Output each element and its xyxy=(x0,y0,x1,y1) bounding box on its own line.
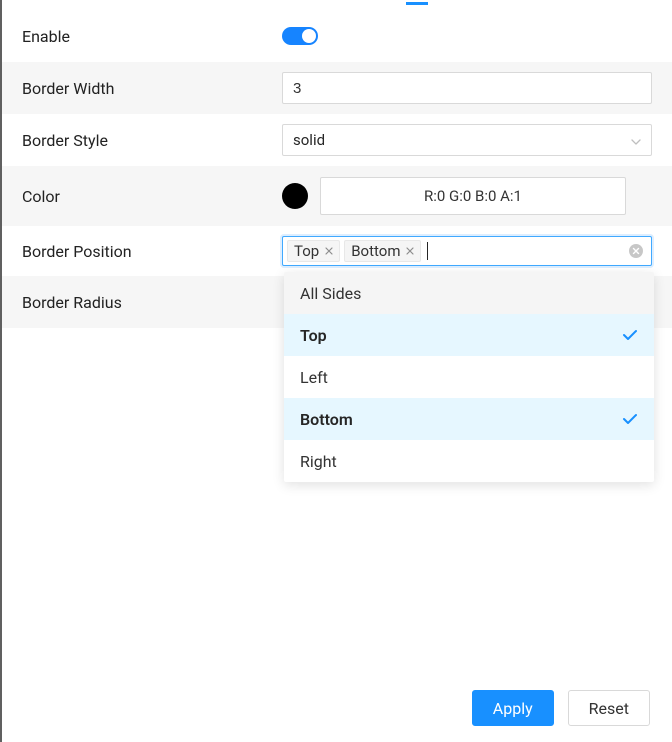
apply-button[interactable]: Apply xyxy=(472,690,554,726)
button-label: Reset xyxy=(589,699,629,718)
border-position-dropdown: All Sides Top Left Bottom Right xyxy=(284,272,654,482)
option-right[interactable]: Right xyxy=(284,440,654,482)
row-border-width: Border Width xyxy=(2,62,672,114)
row-border-style: Border Style solid xyxy=(2,114,672,166)
border-style-value: solid xyxy=(293,131,325,149)
border-style-select[interactable]: solid xyxy=(282,124,652,156)
check-icon xyxy=(622,326,638,345)
active-tab-indicator xyxy=(2,0,672,10)
option-bottom[interactable]: Bottom xyxy=(284,398,654,440)
tag-label: Bottom xyxy=(351,242,400,260)
toggle-knob xyxy=(302,29,316,43)
option-top[interactable]: Top xyxy=(284,314,654,356)
text-cursor xyxy=(427,242,428,260)
border-position-multiselect[interactable]: Top Bottom xyxy=(282,236,652,266)
label-color: Color xyxy=(22,187,282,206)
tag-label: Top xyxy=(294,242,319,260)
chevron-down-icon xyxy=(631,131,641,149)
label-border-radius: Border Radius xyxy=(22,293,282,312)
tag-top: Top xyxy=(287,240,340,262)
option-label: Right xyxy=(300,452,337,471)
tag-bottom: Bottom xyxy=(344,240,421,262)
option-label: Top xyxy=(300,326,327,345)
option-label: Left xyxy=(300,368,328,387)
label-border-style: Border Style xyxy=(22,131,282,150)
option-label: All Sides xyxy=(300,284,361,303)
tag-remove-icon[interactable] xyxy=(406,246,414,257)
row-enable: Enable xyxy=(2,10,672,62)
check-icon xyxy=(622,410,638,429)
row-color: Color R:0 G:0 B:0 A:1 xyxy=(2,166,672,226)
label-border-width: Border Width xyxy=(22,79,282,98)
border-width-input[interactable] xyxy=(282,72,652,104)
option-left[interactable]: Left xyxy=(284,356,654,398)
option-label: Bottom xyxy=(300,410,353,429)
color-value-text: R:0 G:0 B:0 A:1 xyxy=(424,187,522,205)
border-settings-panel: Enable Border Width Border Style solid xyxy=(0,0,672,742)
color-swatch[interactable] xyxy=(282,183,308,209)
enable-toggle[interactable] xyxy=(282,27,318,45)
color-value-display[interactable]: R:0 G:0 B:0 A:1 xyxy=(320,177,626,215)
label-enable: Enable xyxy=(22,27,282,46)
button-label: Apply xyxy=(493,699,533,718)
footer-actions: Apply Reset xyxy=(472,690,650,726)
reset-button[interactable]: Reset xyxy=(568,690,650,726)
tag-remove-icon[interactable] xyxy=(325,246,333,257)
clear-all-icon[interactable] xyxy=(629,244,643,258)
option-all-sides[interactable]: All Sides xyxy=(284,272,654,314)
label-border-position: Border Position xyxy=(22,242,282,261)
row-border-position: Border Position Top Bottom xyxy=(2,226,672,276)
